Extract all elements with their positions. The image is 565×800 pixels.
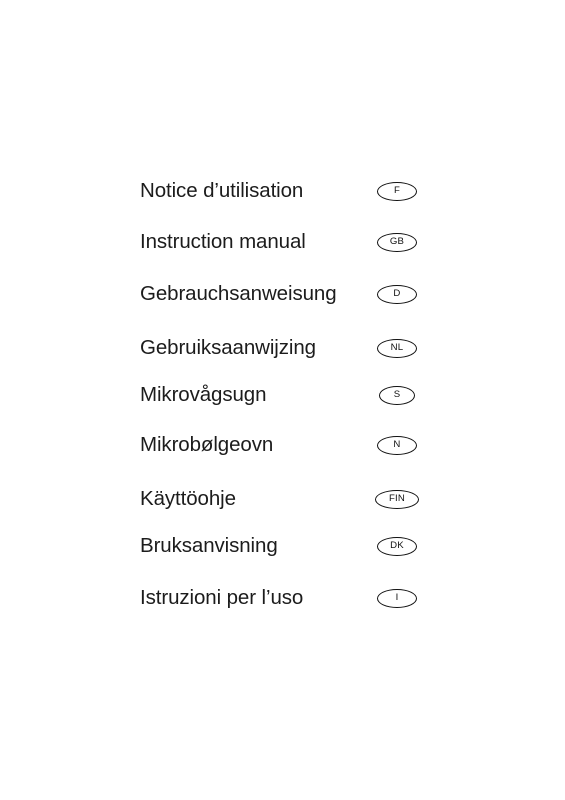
language-row: Bruksanvisning DK (0, 529, 565, 563)
language-row: Gebruiksaanwijzing NL (0, 331, 565, 365)
language-title: Mikrobølgeovn (140, 433, 274, 456)
language-title: Gebruiksaanwijzing (140, 336, 316, 359)
language-title: Käyttöohje (140, 487, 236, 510)
language-row: Instruction manual GB (0, 225, 565, 259)
language-title: Instruction manual (140, 230, 306, 253)
country-code-label: DK (390, 539, 404, 551)
country-code-label: S (393, 388, 401, 400)
language-row: Gebrauchsanweisung D (0, 277, 565, 311)
language-row: Käyttöohje FIN (0, 482, 565, 516)
language-title: Bruksanvisning (140, 534, 278, 557)
country-code-label: GB (389, 235, 405, 247)
language-row: Mikrobølgeovn N (0, 428, 565, 462)
country-code-badge: GB (377, 232, 417, 252)
country-code-label: D (393, 287, 401, 299)
country-code-badge: FIN (375, 489, 419, 509)
language-row: Mikrovågsugn S (0, 378, 565, 412)
country-code-badge: F (377, 181, 417, 201)
language-row: Istruzioni per l’uso I (0, 581, 565, 615)
page-canvas: Notice d’utilisation F Instruction manual G… (0, 0, 565, 800)
country-code-badge: NL (377, 338, 417, 358)
country-code-badge: I (377, 588, 417, 608)
country-code-badge: N (377, 435, 417, 455)
language-list: Notice d’utilisation F Instruction manual G… (0, 0, 565, 800)
country-code-label: F (393, 184, 401, 196)
language-title: Notice d’utilisation (140, 179, 304, 202)
country-code-label: NL (390, 341, 404, 353)
country-code-badge: D (377, 284, 417, 304)
country-code-label: I (395, 591, 399, 603)
language-row: Notice d’utilisation F (0, 174, 565, 208)
language-title: Istruzioni per l’uso (140, 586, 304, 609)
language-title: Gebrauchsanweisung (140, 282, 337, 305)
country-code-badge: S (379, 385, 415, 405)
language-title: Mikrovågsugn (140, 383, 267, 406)
country-code-label: FIN (388, 492, 406, 504)
country-code-label: N (393, 438, 401, 450)
country-code-badge: DK (377, 536, 417, 556)
